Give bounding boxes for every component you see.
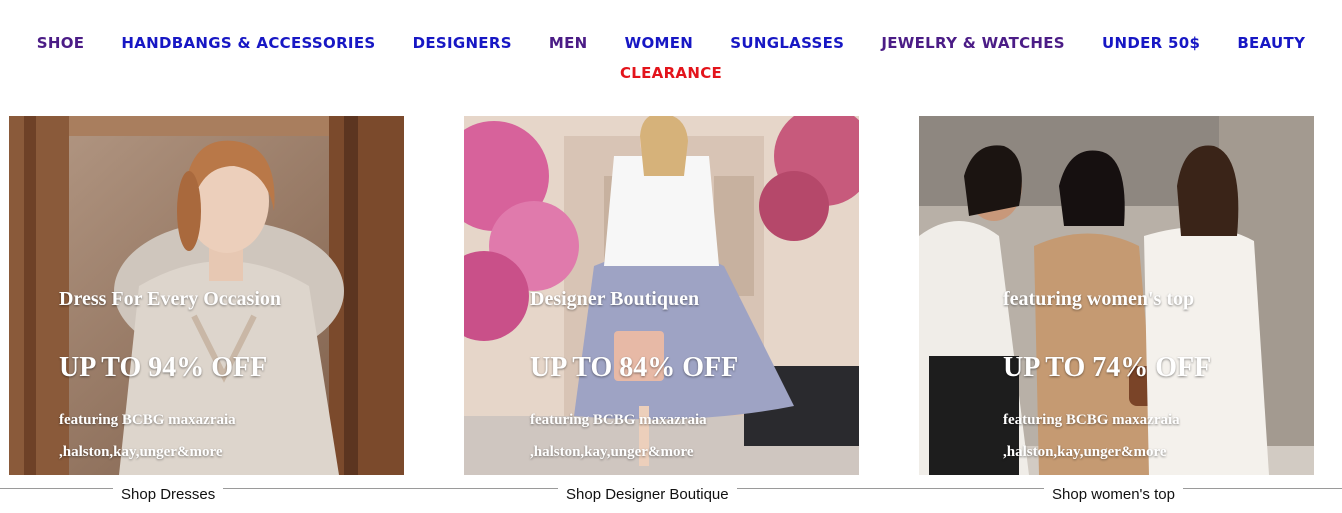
promo-card-dresses[interactable]: Dress For Every Occasion UP TO 94% OFF f… (9, 116, 404, 475)
promo-title: Designer Boutiquen (530, 288, 700, 310)
promo-card-designer-boutique[interactable]: Designer Boutiquen UP TO 84% OFF featuri… (464, 116, 859, 475)
nav-item-jewelry-watches[interactable]: JEWELRY & WATCHES (881, 29, 1065, 58)
shop-womens-top-link[interactable]: Shop women's top (1044, 484, 1183, 506)
shop-designer-boutique-link[interactable]: Shop Designer Boutique (558, 484, 737, 506)
nav-item-designers[interactable]: DESIGNERS (413, 29, 512, 58)
promo-card-womens-top[interactable]: featuring women's top UP TO 74% OFF feat… (919, 116, 1314, 475)
nav-item-men[interactable]: MEN (549, 29, 588, 58)
promo-discount: UP TO 74% OFF (1003, 352, 1212, 383)
promo-title: featuring women's top (1003, 288, 1195, 310)
promo-brands-line2: ,halston,kay,unger&more (1003, 444, 1167, 460)
nav-item-beauty[interactable]: BEAUTY (1237, 29, 1305, 58)
promo-discount: UP TO 94% OFF (59, 352, 268, 383)
shop-dresses-link[interactable]: Shop Dresses (113, 484, 224, 506)
nav-item-clearance[interactable]: CLEARANCE (620, 59, 722, 88)
promo-brands-line2: ,halston,kay,unger&more (59, 444, 223, 460)
promo-discount: UP TO 84% OFF (530, 352, 739, 383)
promo-brands-line2: ,halston,kay,unger&more (530, 444, 694, 460)
promo-title: Dress For Every Occasion (59, 288, 282, 310)
promo-brands-line1: featuring BCBG maxazraia (59, 412, 236, 428)
promo-brands-line1: featuring BCBG maxazraia (1003, 412, 1180, 428)
nav-item-shoe[interactable]: SHOE (37, 29, 85, 58)
promo-brands-line1: featuring BCBG maxazraia (530, 412, 707, 428)
nav-row-1: SHOE HANDBANGS & ACCESSORIES DESIGNERS M… (0, 28, 1342, 58)
nav-item-handbags-accessories[interactable]: HANDBANGS & ACCESSORIES (121, 29, 375, 58)
nav-item-women[interactable]: WOMEN (625, 29, 694, 58)
nav-item-under-50[interactable]: UNDER 50$ (1102, 29, 1200, 58)
nav-row-2: CLEARANCE (0, 58, 1342, 88)
nav-item-sunglasses[interactable]: SUNGLASSES (730, 29, 844, 58)
category-nav: SHOE HANDBANGS & ACCESSORIES DESIGNERS M… (0, 28, 1342, 88)
